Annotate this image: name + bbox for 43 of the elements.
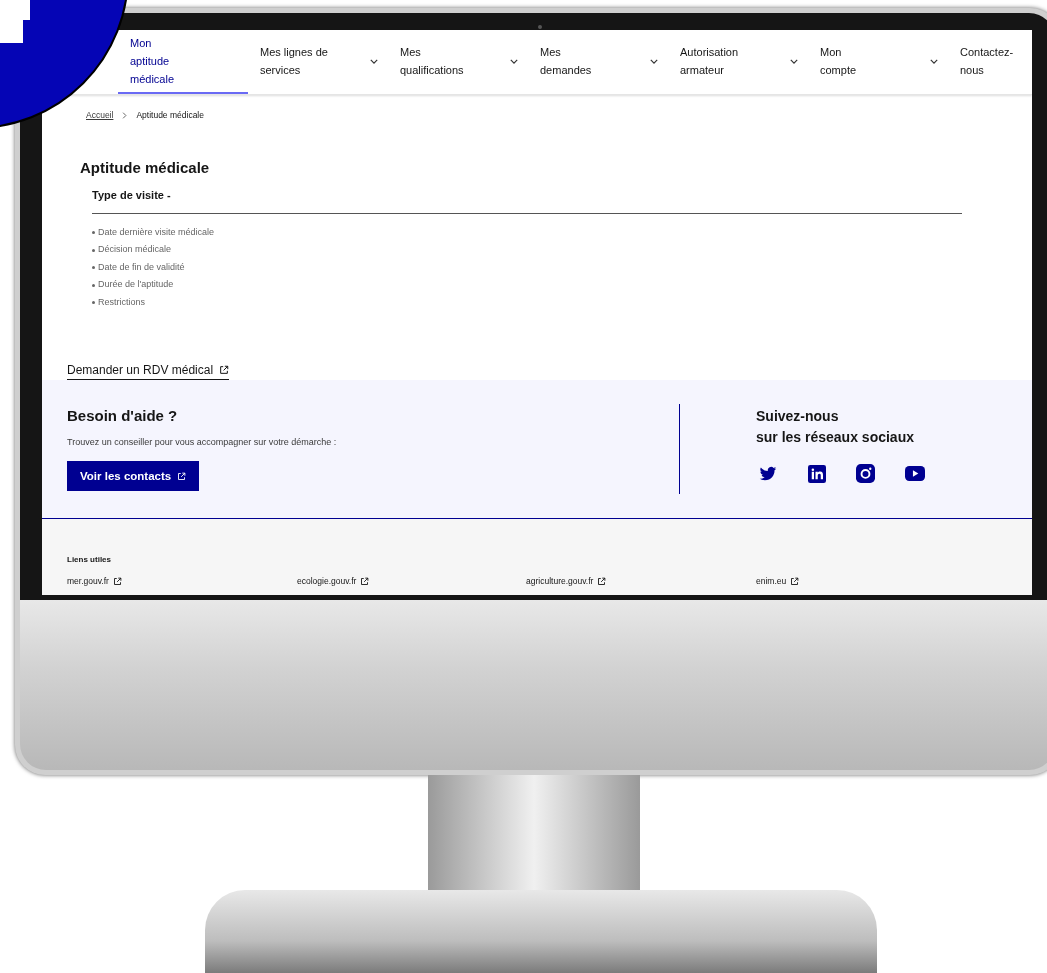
nav-tab[interactable]: Autorisation armateur [668, 30, 808, 94]
webcam-icon [538, 25, 542, 29]
field-label: Date de fin de validité [98, 260, 185, 274]
footer-link[interactable]: mer.gouv.fr [67, 575, 297, 588]
external-link-icon [112, 577, 122, 587]
footer-link[interactable]: agriculture.gouv.fr [526, 575, 756, 588]
nav-tab[interactable]: Mon compte [808, 30, 948, 94]
bullet-icon [92, 283, 95, 287]
bullet-icon [92, 231, 95, 234]
external-link-icon [790, 577, 800, 587]
nav-tab[interactable]: Mes qualifications [388, 30, 528, 94]
contacts-button[interactable]: Voir les contacts [67, 461, 200, 492]
section-title: Type de visite - [91, 188, 172, 204]
footer-link[interactable]: ecologie.gouv.fr [297, 575, 526, 588]
field-label: Durée de l'aptitude [98, 278, 174, 292]
bullet-icon [92, 301, 95, 304]
page-title: Aptitude médicale [79, 157, 211, 178]
external-link-icon [177, 471, 187, 481]
chevron-right-icon [122, 111, 128, 119]
nav-tab[interactable]: Contactez-nous [948, 30, 1032, 94]
camera-icon[interactable] [856, 464, 875, 484]
bullet-icon [92, 248, 95, 252]
footer-link[interactable]: enim.eu [756, 575, 956, 588]
field-label: Décision médicale [98, 243, 172, 257]
play-icon[interactable] [905, 466, 925, 482]
bullet-icon [92, 266, 95, 269]
bird-icon[interactable] [758, 464, 778, 483]
nav-tab[interactable]: Mes lignes de services [248, 30, 388, 94]
breadcrumb-link[interactable]: Accueil [86, 109, 114, 122]
external-link-icon [597, 577, 607, 587]
footer-title: Liens utiles [67, 555, 111, 565]
social-title: Suivez-nous [756, 407, 840, 427]
help-title: Besoin d'aide ? [67, 406, 179, 427]
social-title: sur les réseaux sociaux [756, 428, 915, 448]
breadcrumb-current: Aptitude médicale [136, 109, 204, 122]
external-link-icon [219, 365, 230, 376]
external-link-icon [360, 577, 370, 587]
nav-tab[interactable]: Mes demandes [528, 30, 668, 94]
nav-tab[interactable]: Mon aptitude médicale [118, 30, 248, 94]
help-text: Trouvez un conseiller pour vous accompagner sur votre démarche : [67, 435, 338, 449]
linkedin-icon[interactable] [808, 464, 826, 483]
field-label: Restrictions [98, 295, 145, 309]
field-label: Date dernière visite médicale [98, 225, 215, 239]
